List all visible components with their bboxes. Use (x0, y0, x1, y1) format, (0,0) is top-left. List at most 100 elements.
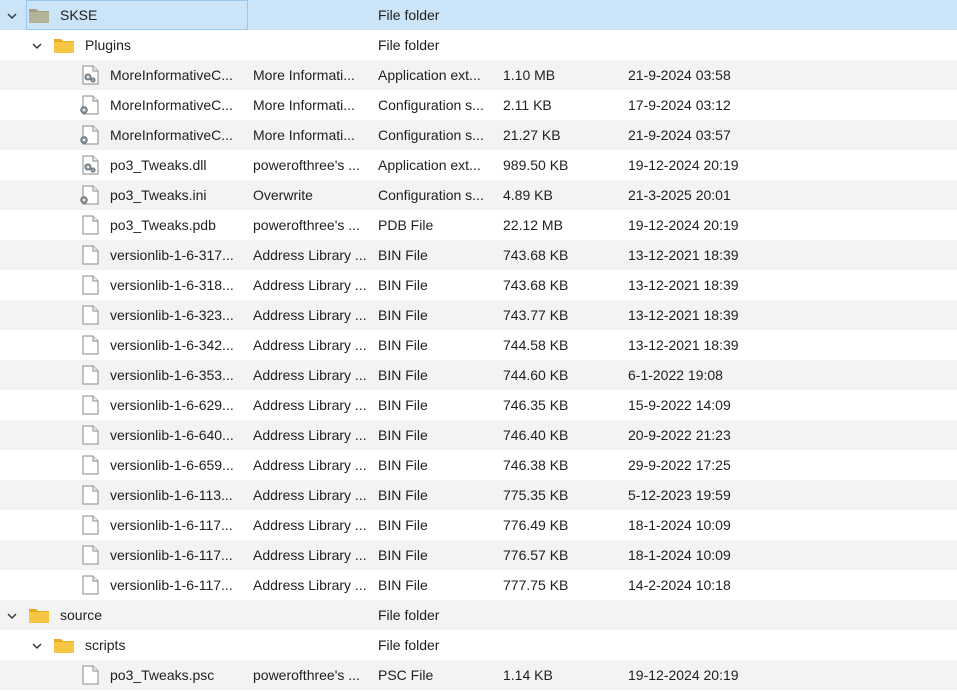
generic-file-icon (79, 365, 101, 385)
item-type: Configuration s... (378, 97, 484, 113)
item-type: BIN File (378, 577, 428, 593)
item-name: versionlib-1-6-640... (110, 427, 234, 443)
item-date: 29-9-2022 17:25 (628, 457, 731, 473)
item-description: powerofthree's ... (253, 217, 360, 233)
generic-file-icon (79, 275, 101, 295)
item-size: 744.60 KB (503, 367, 569, 383)
item-type: File folder (378, 607, 440, 623)
file-row[interactable]: versionlib-1-6-117... Address Library ...… (0, 510, 957, 540)
file-row[interactable]: po3_Tweaks.pdb powerofthree's ... PDB File… (0, 210, 957, 240)
item-type: Configuration s... (378, 187, 484, 203)
item-description: Address Library ... (253, 277, 367, 293)
file-row[interactable]: versionlib-1-6-317... Address Library ...… (0, 240, 957, 270)
item-description: powerofthree's ... (253, 157, 360, 173)
file-row[interactable]: versionlib-1-6-323... Address Library ...… (0, 300, 957, 330)
file-row[interactable]: versionlib-1-6-353... Address Library ...… (0, 360, 957, 390)
item-description: More Informati... (253, 67, 355, 83)
item-type: Application ext... (378, 157, 481, 173)
dll-file-icon (79, 155, 101, 175)
file-row[interactable]: versionlib-1-6-629... Address Library ...… (0, 390, 957, 420)
item-description: Address Library ... (253, 397, 367, 413)
generic-file-icon (79, 425, 101, 445)
item-date: 19-12-2024 20:19 (628, 217, 739, 233)
item-description: Overwrite (253, 187, 313, 203)
folder-icon (53, 35, 75, 55)
item-date: 17-9-2024 03:12 (628, 97, 731, 113)
item-size: 776.57 KB (503, 547, 569, 563)
item-name: SKSE (60, 7, 98, 23)
file-row[interactable]: versionlib-1-6-318... Address Library ...… (0, 270, 957, 300)
item-type: PDB File (378, 217, 434, 233)
item-description: Address Library ... (253, 247, 367, 263)
folder-row[interactable]: Plugins File folder (0, 30, 957, 60)
item-type: File folder (378, 637, 440, 653)
chevron-down-icon[interactable] (31, 39, 43, 51)
item-size: 989.50 KB (503, 157, 569, 173)
item-description: powerofthree's ... (253, 667, 360, 683)
file-row[interactable]: MoreInformativeC... More Informati... Appl… (0, 60, 957, 90)
item-name: versionlib-1-6-117... (110, 577, 233, 593)
item-type: BIN File (378, 547, 428, 563)
item-size: 2.11 KB (503, 97, 552, 113)
file-row[interactable]: versionlib-1-6-117... Address Library ...… (0, 540, 957, 570)
item-name: po3_Tweaks.pdb (110, 217, 216, 233)
item-date: 6-1-2022 19:08 (628, 367, 723, 383)
folder-icon (28, 5, 50, 25)
item-size: 775.35 KB (503, 487, 569, 503)
item-description: More Informati... (253, 127, 355, 143)
config-file-icon (79, 125, 101, 145)
item-size: 744.58 KB (503, 337, 569, 353)
item-size: 1.14 KB (503, 667, 553, 683)
item-type: BIN File (378, 337, 428, 353)
item-description: Address Library ... (253, 457, 367, 473)
generic-file-icon (79, 545, 101, 565)
config-file-icon (79, 185, 101, 205)
file-row[interactable]: versionlib-1-6-342... Address Library ...… (0, 330, 957, 360)
file-row[interactable]: versionlib-1-6-117... Address Library ...… (0, 570, 957, 600)
item-size: 1.10 MB (503, 67, 556, 83)
item-date: 13-12-2021 18:39 (628, 307, 739, 323)
item-name: MoreInformativeC... (110, 127, 233, 143)
chevron-down-icon[interactable] (31, 639, 43, 651)
item-name: po3_Tweaks.psc (110, 667, 215, 683)
item-name: versionlib-1-6-117... (110, 547, 233, 563)
folder-row[interactable]: SKSE File folder (0, 0, 957, 30)
generic-file-icon (79, 215, 101, 235)
item-size: 746.40 KB (503, 427, 569, 443)
item-date: 21-3-2025 20:01 (628, 187, 731, 203)
item-name: versionlib-1-6-353... (110, 367, 234, 383)
item-size: 4.89 KB (503, 187, 553, 203)
item-type: BIN File (378, 247, 428, 263)
file-row[interactable]: versionlib-1-6-640... Address Library ...… (0, 420, 957, 450)
chevron-down-icon[interactable] (6, 9, 18, 21)
item-name: versionlib-1-6-117... (110, 517, 233, 533)
item-type: Configuration s... (378, 127, 484, 143)
item-size: 746.35 KB (503, 397, 569, 413)
chevron-down-icon[interactable] (6, 609, 18, 621)
item-type: BIN File (378, 397, 428, 413)
file-row[interactable]: po3_Tweaks.psc powerofthree's ... PSC File… (0, 660, 957, 690)
item-size: 743.68 KB (503, 277, 569, 293)
config-file-icon (79, 95, 101, 115)
item-name: po3_Tweaks.ini (110, 187, 207, 203)
item-description: Address Library ... (253, 337, 367, 353)
item-type: BIN File (378, 367, 428, 383)
item-type: BIN File (378, 457, 428, 473)
generic-file-icon (79, 335, 101, 355)
file-row[interactable]: po3_Tweaks.ini Overwrite Configuration s..… (0, 180, 957, 210)
item-description: More Informati... (253, 97, 355, 113)
item-size: 776.49 KB (503, 517, 569, 533)
file-row[interactable]: MoreInformativeC... More Informati... Conf… (0, 120, 957, 150)
item-date: 19-12-2024 20:19 (628, 667, 739, 683)
file-row[interactable]: versionlib-1-6-659... Address Library ...… (0, 450, 957, 480)
item-size: 21.27 KB (503, 127, 561, 143)
folder-icon (53, 635, 75, 655)
file-row[interactable]: MoreInformativeC... More Informati... Conf… (0, 90, 957, 120)
item-name: source (60, 607, 103, 623)
file-row[interactable]: po3_Tweaks.dll powerofthree's ... Applicat… (0, 150, 957, 180)
file-row[interactable]: versionlib-1-6-113... Address Library ...… (0, 480, 957, 510)
folder-row[interactable]: source File folder (0, 600, 957, 630)
generic-file-icon (79, 395, 101, 415)
item-size: 777.75 KB (503, 577, 569, 593)
folder-row[interactable]: scripts File folder (0, 630, 957, 660)
